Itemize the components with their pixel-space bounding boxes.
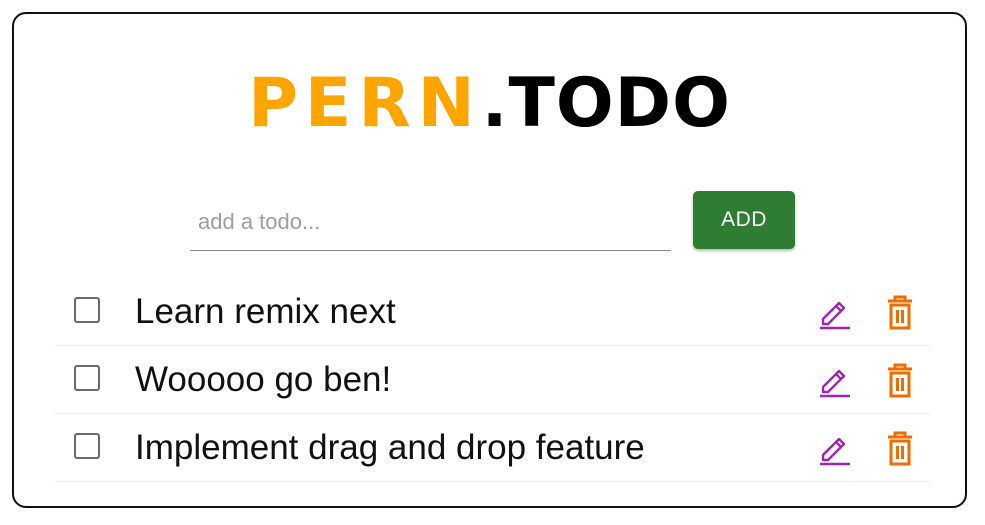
todo-text: Learn remix next <box>135 292 396 331</box>
pencil-icon[interactable] <box>815 360 855 400</box>
trash-icon[interactable] <box>880 428 920 468</box>
todo-input[interactable] <box>190 199 671 251</box>
todo-list: Learn remix next Wooooo go ben! Implemen… <box>55 278 930 482</box>
pencil-icon[interactable] <box>815 292 855 332</box>
todo-card: PERN.TODO ADD Learn remix next Wooooo go… <box>12 12 967 508</box>
todo-item: Implement drag and drop feature <box>55 414 930 482</box>
todo-text: Wooooo go ben! <box>135 360 392 399</box>
app-title: PERN.TODO <box>14 66 965 142</box>
checkbox-outline-icon[interactable] <box>74 297 100 323</box>
checkbox-outline-icon[interactable] <box>74 365 100 391</box>
trash-icon[interactable] <box>880 360 920 400</box>
pencil-icon[interactable] <box>815 428 855 468</box>
checkbox-outline-icon[interactable] <box>74 433 100 459</box>
title-brand: PERN <box>248 64 482 143</box>
add-todo-form: ADD <box>190 189 810 253</box>
todo-item: Learn remix next <box>55 278 930 346</box>
add-button[interactable]: ADD <box>693 191 795 249</box>
title-suffix: .TODO <box>481 64 731 143</box>
todo-item: Wooooo go ben! <box>55 346 930 414</box>
todo-text: Implement drag and drop feature <box>135 428 645 467</box>
trash-icon[interactable] <box>880 292 920 332</box>
